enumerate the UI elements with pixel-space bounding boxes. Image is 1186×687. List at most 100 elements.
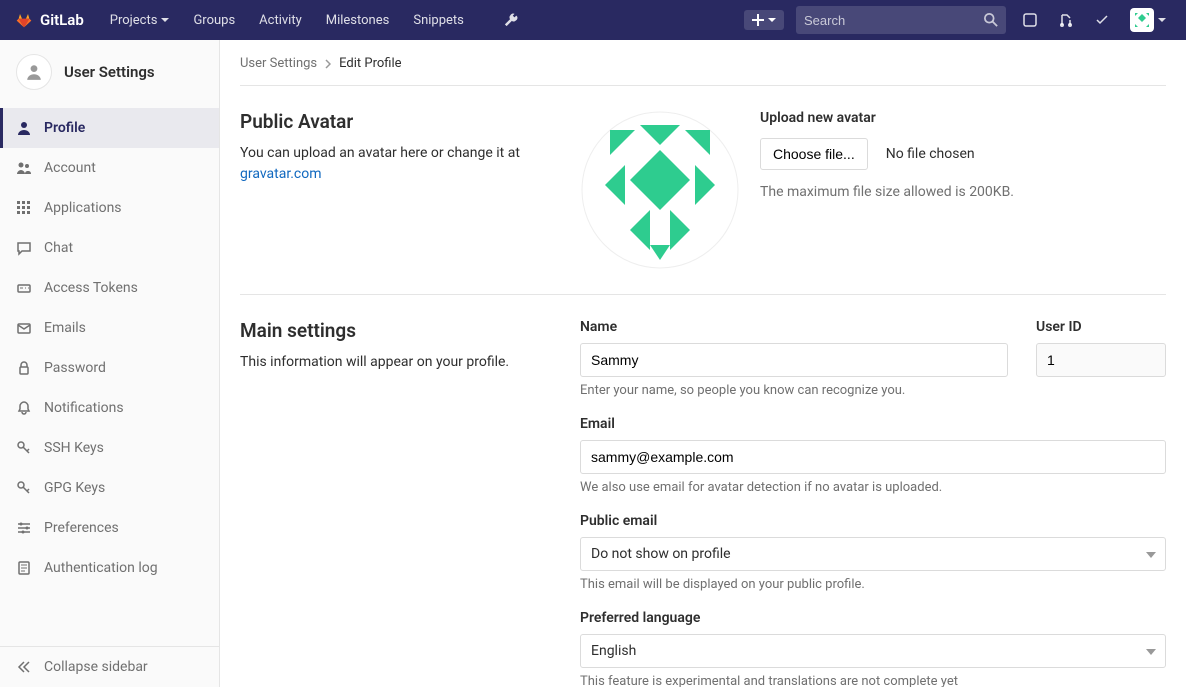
plus-icon: [752, 14, 764, 26]
search-input[interactable]: [804, 13, 984, 28]
collapse-icon: [16, 659, 32, 675]
sidebar-header: User Settings: [0, 40, 219, 104]
chevron-down-icon: [161, 16, 169, 24]
sidebar-item-chat[interactable]: Chat: [0, 228, 219, 268]
main-settings-section: Main settings This information will appe…: [240, 295, 1166, 687]
file-row: Choose file... No file chosen: [760, 138, 1166, 170]
max-size-hint: The maximum file size allowed is 200KB.: [760, 184, 1166, 200]
userid-input: [1036, 343, 1166, 377]
todos-icon[interactable]: [1090, 8, 1114, 32]
userid-form-group: User ID: [1036, 319, 1166, 398]
merge-requests-icon[interactable]: [1054, 8, 1078, 32]
lang-select[interactable]: English: [580, 634, 1166, 668]
sidebar-item-preferences[interactable]: Preferences: [0, 508, 219, 548]
sidebar-item-label: Notifications: [44, 400, 124, 416]
sidebar-item-label: SSH Keys: [44, 440, 104, 456]
main-content: User Settings Edit Profile Public Avatar…: [220, 40, 1186, 687]
nav-projects[interactable]: Projects: [100, 7, 180, 34]
public-email-form-group: Public email Do not show on profile This…: [580, 513, 1166, 592]
breadcrumb-root[interactable]: User Settings: [240, 56, 317, 71]
sidebar-item-password[interactable]: Password: [0, 348, 219, 388]
sidebar-item-notifications[interactable]: Notifications: [0, 388, 219, 428]
sidebar-item-label: Account: [44, 160, 96, 176]
issues-icon[interactable]: [1018, 8, 1042, 32]
prefs-icon: [16, 520, 32, 536]
chat-icon: [16, 240, 32, 256]
nav-activity[interactable]: Activity: [249, 7, 312, 34]
chevron-right-icon: [325, 59, 331, 69]
no-file-label: No file chosen: [886, 146, 975, 162]
email-input[interactable]: [580, 440, 1166, 474]
key-icon: [16, 440, 32, 456]
main-settings-right: Name Enter your name, so people you know…: [580, 319, 1166, 687]
user-avatar-icon: [1130, 8, 1154, 32]
email-form-group: Email We also use email for avatar detec…: [580, 416, 1166, 495]
top-header: GitLab Projects Groups Activity Mileston…: [0, 0, 1186, 40]
sidebar-item-label: GPG Keys: [44, 480, 105, 496]
chevron-down-icon: [768, 16, 776, 24]
gravatar-link[interactable]: gravatar.com: [240, 166, 322, 182]
nav-links: Projects Groups Activity Milestones Snip…: [100, 7, 528, 34]
nav-groups[interactable]: Groups: [183, 7, 245, 34]
brand-name: GitLab: [40, 11, 84, 29]
sidebar-item-label: Chat: [44, 240, 73, 256]
sidebar-nav: Profile Account Applications Chat Access…: [0, 104, 219, 646]
sidebar-item-label: Collapse sidebar: [44, 659, 148, 675]
sidebar-footer: Collapse sidebar: [0, 646, 219, 687]
breadcrumb: User Settings Edit Profile: [240, 56, 1166, 86]
email-label: Email: [580, 416, 1166, 432]
key-icon: [16, 480, 32, 496]
bell-icon: [16, 400, 32, 416]
apps-icon: [16, 200, 32, 216]
choose-file-button[interactable]: Choose file...: [760, 138, 868, 170]
avatar-section-left: Public Avatar You can upload an avatar h…: [240, 110, 540, 270]
sidebar-item-access-tokens[interactable]: Access Tokens: [0, 268, 219, 308]
lang-form-group: Preferred language English This feature …: [580, 610, 1166, 687]
name-input[interactable]: [580, 343, 1008, 377]
sidebar-item-label: Emails: [44, 320, 86, 336]
name-label: Name: [580, 319, 1008, 335]
wrench-icon: [504, 13, 518, 27]
token-icon: [16, 280, 32, 296]
sidebar-avatar-icon: [16, 54, 52, 90]
header-right: [744, 4, 1170, 36]
sidebar-item-applications[interactable]: Applications: [0, 188, 219, 228]
breadcrumb-current: Edit Profile: [339, 56, 401, 71]
users-icon: [16, 160, 32, 176]
avatar-actions: Upload new avatar Choose file... No file…: [760, 110, 1166, 200]
sidebar-item-label: Authentication log: [44, 560, 158, 576]
lang-label: Preferred language: [580, 610, 1166, 626]
sidebar-item-gpg-keys[interactable]: GPG Keys: [0, 468, 219, 508]
name-hint: Enter your name, so people you know can …: [580, 383, 1008, 398]
sidebar-item-label: Applications: [44, 200, 122, 216]
collapse-sidebar-button[interactable]: Collapse sidebar: [0, 647, 219, 687]
sidebar-item-ssh-keys[interactable]: SSH Keys: [0, 428, 219, 468]
public-email-select[interactable]: Do not show on profile: [580, 537, 1166, 571]
userid-label: User ID: [1036, 319, 1166, 335]
sidebar-item-label: Profile: [44, 120, 85, 136]
logo-section[interactable]: GitLab: [16, 11, 84, 29]
main-settings-title: Main settings: [240, 319, 540, 342]
avatar-preview: [580, 110, 740, 270]
sidebar-item-auth-log[interactable]: Authentication log: [0, 548, 219, 588]
upload-heading: Upload new avatar: [760, 110, 1166, 126]
nav-admin[interactable]: [494, 7, 528, 33]
search-wrap: [796, 6, 1006, 34]
main-settings-desc: This information will appear on your pro…: [240, 352, 540, 373]
chevron-down-icon: [1158, 16, 1166, 24]
name-form-group: Name Enter your name, so people you know…: [580, 319, 1008, 398]
sidebar-item-emails[interactable]: Emails: [0, 308, 219, 348]
sidebar-item-profile[interactable]: Profile: [0, 108, 219, 148]
user-menu[interactable]: [1126, 4, 1170, 36]
nav-snippets[interactable]: Snippets: [403, 7, 474, 34]
sidebar-item-label: Preferences: [44, 520, 119, 536]
sidebar-item-account[interactable]: Account: [0, 148, 219, 188]
create-new-button[interactable]: [744, 10, 784, 30]
sidebar-title: User Settings: [64, 63, 155, 81]
nav-milestones[interactable]: Milestones: [316, 7, 400, 34]
sidebar-item-label: Password: [44, 360, 106, 376]
avatar-section-title: Public Avatar: [240, 110, 540, 133]
email-icon: [16, 320, 32, 336]
sidebar-item-label: Access Tokens: [44, 280, 138, 296]
sidebar: User Settings Profile Account Applicatio…: [0, 40, 220, 687]
